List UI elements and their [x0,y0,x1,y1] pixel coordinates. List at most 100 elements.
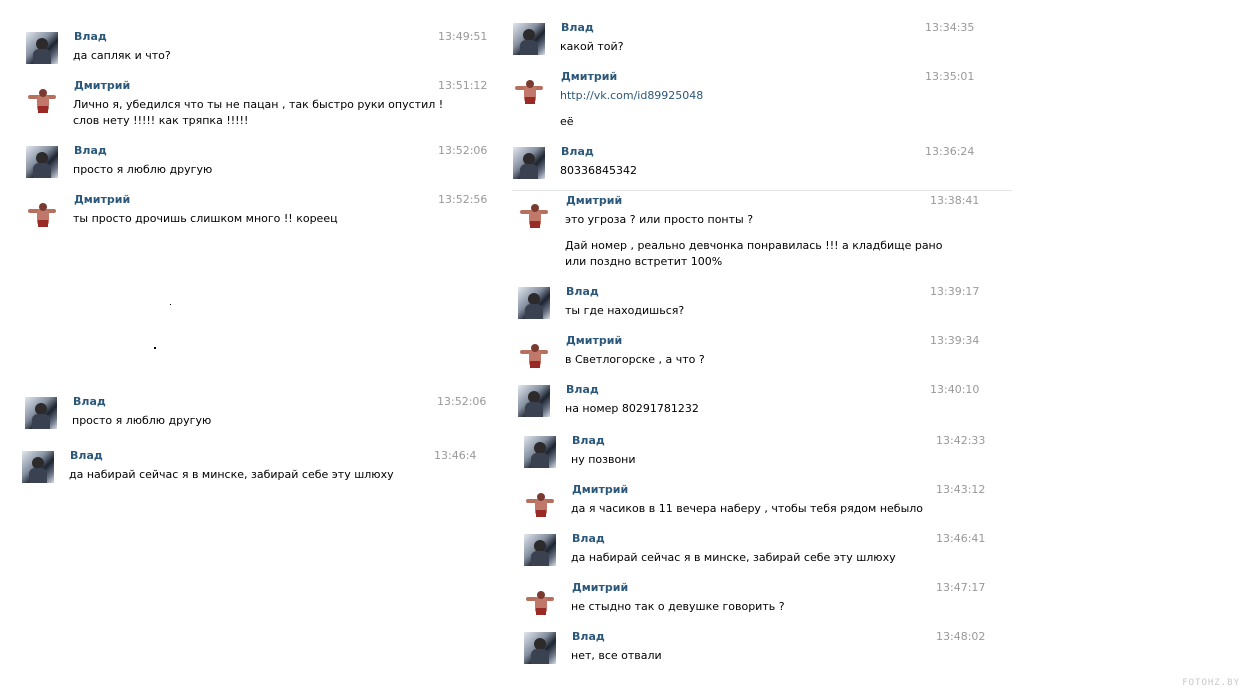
avatar-torso [531,649,549,664]
message-text: да набирай сейчас я в минске, забирай се… [571,551,896,564]
avatar[interactable] [26,81,58,113]
avatar-torso [531,551,549,566]
avatar[interactable] [26,146,58,178]
avatar-torso [33,163,51,178]
message-time: 13:49:51 [438,30,488,43]
avatar[interactable] [22,451,54,483]
avatar-torso [32,414,50,429]
avatar[interactable] [524,485,556,517]
avatar-head [531,204,539,212]
message-text: это угроза ? или просто понты ? [565,213,754,226]
message-text: на номер 80291781232 [565,402,699,415]
author-name[interactable]: Влад [572,532,605,545]
avatar-pants [536,608,546,615]
author-name[interactable]: Влад [566,383,599,396]
message-text: просто я люблю другую [73,163,213,176]
message-time: 13:43:12 [936,483,986,496]
avatar[interactable] [524,583,556,615]
message-time: 13:51:12 [438,79,488,92]
message-time: 13:35:01 [925,70,975,83]
message-text: да сапляк и что? [73,49,171,62]
message-text: какой той? [560,40,624,53]
author-name[interactable]: Влад [561,145,594,158]
message-text: не стыдно так о девушке говорить ? [571,600,785,613]
message-time: 13:40:10 [930,383,980,396]
message-text: просто я люблю другую [72,414,212,427]
avatar-torso [520,164,538,179]
avatar[interactable] [26,195,58,227]
message-text: слов нету !!!!! как тряпка !!!!! [73,114,249,127]
avatar-torso [520,40,538,55]
message-text: в Светлогорске , а что ? [565,353,705,366]
avatar-head [537,591,545,599]
message-time: 13:42:33 [936,434,986,447]
avatar-torso [29,468,47,483]
message-time: 13:48:02 [936,630,986,643]
author-name[interactable]: Влад [561,21,594,34]
avatar-pants [38,106,48,113]
message-text: да набирай сейчас я в минске, забирай се… [69,468,394,481]
avatar[interactable] [518,196,550,228]
avatar[interactable] [26,32,58,64]
avatar-torso [33,49,51,64]
author-name[interactable]: Дмитрий [561,70,617,83]
author-name[interactable]: Влад [572,434,605,447]
author-name[interactable]: Влад [572,630,605,643]
message-text: нет, все отвали [571,649,662,662]
avatar-pants [530,221,540,228]
message-time: 13:38:41 [930,194,980,207]
message-time: 13:39:34 [930,334,980,347]
avatar[interactable] [518,287,550,319]
message-text: Дай номер , реально девчонка понравилась… [565,239,943,252]
avatar-pants [38,220,48,227]
avatar[interactable] [518,336,550,368]
message-time: 13:46:41 [936,532,986,545]
author-name[interactable]: Дмитрий [572,581,628,594]
avatar[interactable] [25,397,57,429]
author-name[interactable]: Влад [74,144,107,157]
message-time: 13:36:24 [925,145,975,158]
avatar[interactable] [524,534,556,566]
avatar-head [39,203,47,211]
avatar-torso [525,402,543,417]
avatar-head [537,493,545,501]
watermark: FOTOHZ.BY [1182,678,1240,688]
avatar[interactable] [513,23,545,55]
author-name[interactable]: Влад [566,285,599,298]
message-time: 13:52:56 [438,193,488,206]
avatar[interactable] [524,632,556,664]
message-link[interactable]: http://vk.com/id89925048 [560,88,703,104]
message-time: 13:34:35 [925,21,975,34]
author-name[interactable]: Дмитрий [74,193,130,206]
message-time: 13:46:4 [434,449,477,462]
avatar-head [39,89,47,97]
history-divider [512,190,1012,191]
author-name[interactable]: Дмитрий [566,194,622,207]
message-text: ну позвони [571,453,636,466]
message-text: или поздно встретит 100% [565,255,723,268]
message-text: ты где находишься? [565,304,685,317]
author-name[interactable]: Дмитрий [74,79,130,92]
author-name[interactable]: Влад [70,449,103,462]
stray-dot [154,347,156,349]
message-time: 13:39:17 [930,285,980,298]
avatar[interactable] [513,72,545,104]
message-text: 80336845342 [560,164,637,177]
message-time: 13:47:17 [936,581,986,594]
author-name[interactable]: Влад [74,30,107,43]
avatar-torso [525,304,543,319]
author-name[interactable]: Влад [73,395,106,408]
message-time: 13:52:06 [438,144,488,157]
message-text: Лично я, убедился что ты не пацан , так … [73,98,444,111]
avatar-pants [536,510,546,517]
message-text: её [560,115,574,128]
author-name[interactable]: Дмитрий [572,483,628,496]
stray-dot [170,304,171,305]
message-text: ты просто дрочишь слишком много !! корее… [73,212,338,225]
message-time: 13:52:06 [437,395,487,408]
avatar[interactable] [518,385,550,417]
avatar[interactable] [513,147,545,179]
author-name[interactable]: Дмитрий [566,334,622,347]
message-text: да я часиков в 11 вечера наберу , чтобы … [571,502,924,515]
avatar[interactable] [524,436,556,468]
